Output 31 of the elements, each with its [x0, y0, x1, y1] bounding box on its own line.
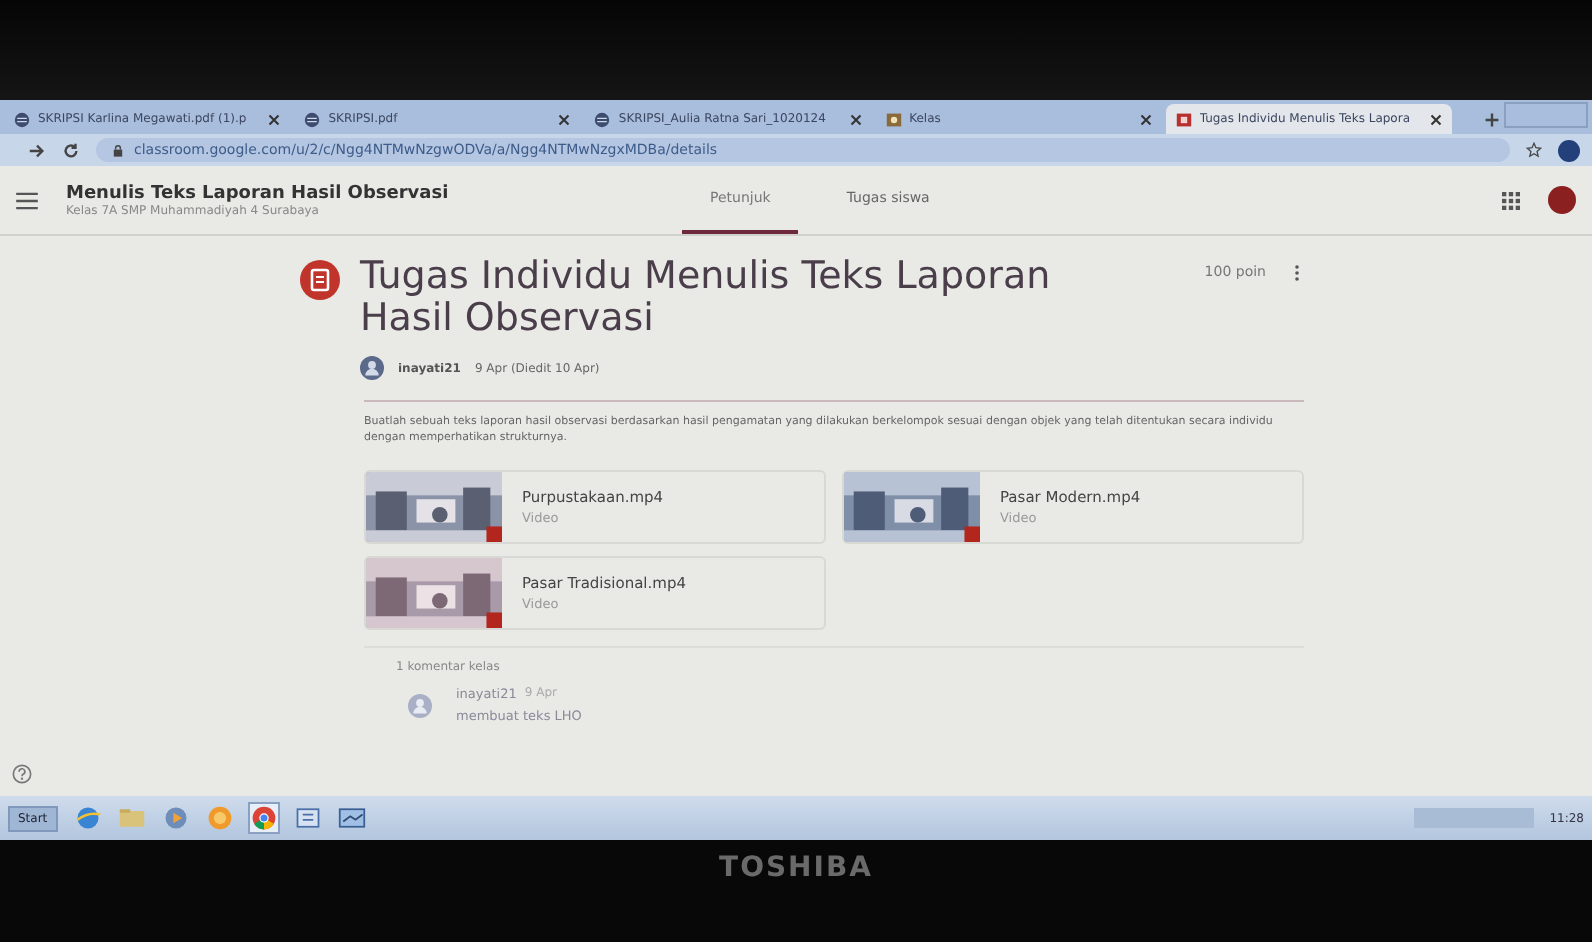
window-icon[interactable] — [293, 804, 322, 832]
globe-icon — [594, 111, 611, 127]
chrome-icon[interactable] — [249, 804, 278, 832]
profile-avatar[interactable] — [1558, 139, 1580, 161]
classroom-icon — [885, 111, 902, 127]
globe-icon — [304, 111, 321, 127]
avatar-icon — [360, 356, 384, 380]
reload-icon[interactable] — [62, 141, 80, 159]
menu-icon[interactable] — [16, 191, 38, 209]
help-icon[interactable] — [12, 764, 32, 784]
brand-logo: TOSHIBA — [719, 852, 873, 888]
close-icon[interactable] — [849, 113, 862, 125]
window-icon[interactable] — [337, 804, 366, 832]
star-icon[interactable] — [1526, 142, 1542, 158]
apps-grid-icon[interactable] — [1502, 191, 1520, 209]
user-avatar[interactable] — [1548, 186, 1576, 214]
classroom-icon — [1175, 111, 1192, 127]
assignment-icon — [300, 260, 340, 300]
more-options-icon[interactable] — [1294, 264, 1300, 282]
close-icon[interactable] — [558, 113, 571, 125]
avatar-icon — [408, 693, 432, 717]
close-icon[interactable] — [1430, 113, 1443, 125]
lock-icon — [112, 143, 124, 157]
class-title: Menulis Teks Laporan Hasil Observasi — [66, 183, 451, 203]
globe-icon — [14, 111, 30, 127]
assignment-title: Tugas Individu Menulis Teks Laporan Hasil Observasi — [360, 256, 1053, 340]
close-icon[interactable] — [268, 113, 281, 125]
forward-icon[interactable] — [28, 141, 46, 159]
globe-icon[interactable] — [73, 804, 102, 832]
close-icon[interactable] — [1139, 113, 1152, 125]
new-tab-icon[interactable] — [1484, 112, 1501, 128]
